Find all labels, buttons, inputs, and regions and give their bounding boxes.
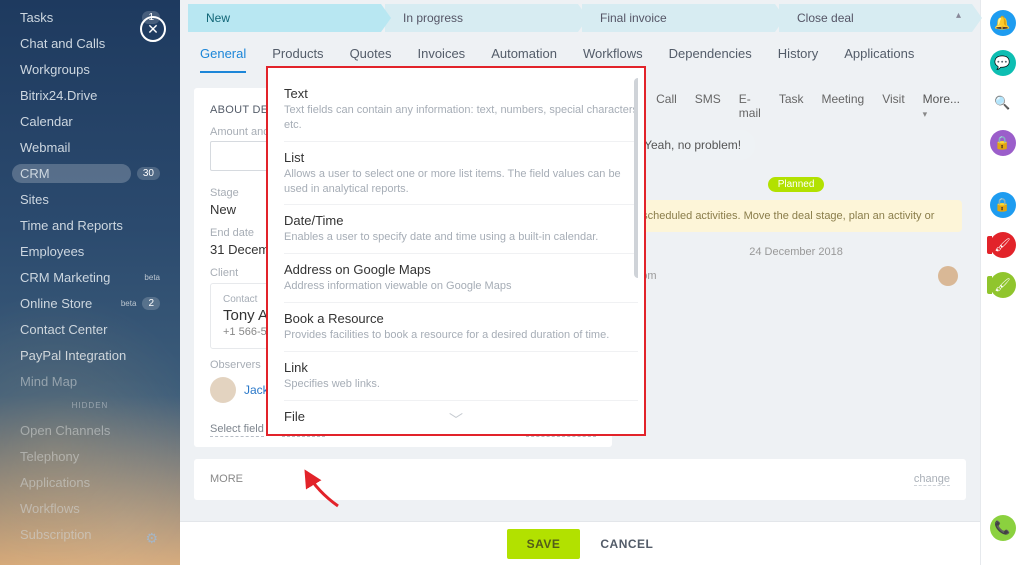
- left-sidebar: ✕ Tasks1Chat and CallsWorkgroupsBitrix24…: [0, 0, 180, 565]
- select-field-link[interactable]: Select field: [210, 423, 264, 437]
- sidebar-settings-icon[interactable]: ⚙: [145, 530, 158, 547]
- sidebar-item[interactable]: Employees: [0, 238, 180, 264]
- save-button[interactable]: SAVE: [507, 529, 581, 559]
- field-type-popover: TextText fields can contain any informat…: [266, 66, 646, 436]
- rail-search-icon[interactable]: 🔍: [990, 90, 1016, 116]
- activity-avatar: [938, 266, 958, 286]
- activity-tab[interactable]: More...: [923, 92, 960, 120]
- activity-panel: itCallSMSE-mailTaskMeetingVisitMore... Y…: [626, 88, 966, 286]
- sidebar-badge: 30: [137, 167, 160, 180]
- sidebar-item-label: Time and Reports: [20, 218, 160, 233]
- sidebar-item-label: Workflows: [20, 501, 160, 516]
- rail-brush-red-icon[interactable]: 🖌: [990, 232, 1016, 258]
- sidebar-item[interactable]: Open Channels: [0, 417, 180, 443]
- tab-applications[interactable]: Applications: [844, 46, 914, 73]
- stage-close-deal[interactable]: Close deal: [779, 4, 972, 32]
- pipeline-caret-icon[interactable]: ▴: [956, 10, 972, 26]
- rail-lock-icon[interactable]: 🔒: [990, 130, 1016, 156]
- sidebar-item[interactable]: Workgroups: [0, 56, 180, 82]
- sidebar-item[interactable]: Time and Reports: [0, 212, 180, 238]
- sidebar-item[interactable]: Sites: [0, 186, 180, 212]
- popover-scrollbar[interactable]: [634, 78, 638, 278]
- observer-name[interactable]: Jack: [244, 383, 269, 397]
- more-panel: MORE change: [194, 459, 966, 500]
- sidebar-item[interactable]: CRM 30: [0, 160, 180, 186]
- sidebar-item-label: Webmail: [20, 140, 160, 155]
- sidebar-item-label: Applications: [20, 475, 160, 490]
- tab-general[interactable]: General: [200, 46, 246, 73]
- activity-bubble: Yeah, no problem!: [630, 130, 755, 160]
- sidebar-item-label: Subscription: [20, 527, 160, 542]
- stage-in-progress[interactable]: In progress: [385, 4, 578, 32]
- sidebar-badge: 1: [142, 11, 160, 24]
- field-type-option[interactable]: LinkSpecifies web links.: [284, 352, 638, 401]
- sidebar-item[interactable]: Contact Center: [0, 316, 180, 342]
- sidebar-item-label: Sites: [20, 192, 160, 207]
- deal-pipeline: New In progress Final invoice Close deal: [184, 4, 976, 32]
- sidebar-item-label: Contact Center: [20, 322, 160, 337]
- activity-date-separator: 24 December 2018: [626, 246, 966, 258]
- more-panel-change-link[interactable]: change: [914, 473, 950, 486]
- rail-brush-green-icon[interactable]: 🖌: [990, 272, 1016, 298]
- field-type-option[interactable]: TextText fields can contain any informat…: [284, 78, 638, 142]
- sidebar-item-label: Calendar: [20, 114, 160, 129]
- observer-avatar: [210, 377, 236, 403]
- popover-chevron-down-icon[interactable]: ﹀: [268, 410, 644, 430]
- sidebar-item[interactable]: Telephony: [0, 443, 180, 469]
- sidebar-item-label: Mind Map: [20, 374, 160, 389]
- sidebar-item-label: Bitrix24.Drive: [20, 88, 160, 103]
- planned-badge: Planned: [768, 177, 825, 192]
- sidebar-item[interactable]: Mind Map: [0, 368, 180, 394]
- sidebar-item-label: Tasks: [20, 10, 136, 25]
- sidebar-item[interactable]: Webmail: [0, 134, 180, 160]
- sidebar-item-label: Employees: [20, 244, 160, 259]
- more-panel-title: MORE: [210, 473, 243, 486]
- tab-history[interactable]: History: [778, 46, 818, 73]
- rail-shield-icon[interactable]: 🔒: [990, 192, 1016, 218]
- field-type-option[interactable]: ListAllows a user to select one or more …: [284, 142, 638, 206]
- sidebar-item-label: PayPal Integration: [20, 348, 160, 363]
- field-type-option[interactable]: Book a ResourceProvides facilities to bo…: [284, 303, 638, 352]
- sidebar-item[interactable]: Bitrix24.Drive: [0, 82, 180, 108]
- rail-phone-icon[interactable]: 📞: [990, 515, 1016, 541]
- field-type-option[interactable]: Address on Google MapsAddress informatio…: [284, 254, 638, 303]
- sidebar-item-label: Chat and Calls: [20, 36, 160, 51]
- activity-tab[interactable]: Visit: [882, 92, 904, 120]
- activity-tab[interactable]: E-mail: [739, 92, 761, 120]
- sidebar-item-label: Workgroups: [20, 62, 160, 77]
- sidebar-item[interactable]: Workflows: [0, 495, 180, 521]
- tab-dependencies[interactable]: Dependencies: [669, 46, 752, 73]
- sidebar-item[interactable]: Chat and Calls: [0, 30, 180, 56]
- activity-tab[interactable]: SMS: [695, 92, 721, 120]
- right-icon-rail: 🔔 💬 🔍 🔒 🔒 🖌 🖌 📞: [980, 0, 1024, 565]
- activity-tab[interactable]: Task: [779, 92, 804, 120]
- rail-notifications-icon[interactable]: 🔔: [990, 10, 1016, 36]
- rail-chat-icon[interactable]: 💬: [990, 50, 1016, 76]
- sidebar-hidden-label: HIDDEN: [0, 398, 180, 413]
- activity-tab[interactable]: Call: [656, 92, 677, 120]
- sidebar-item[interactable]: Applications: [0, 469, 180, 495]
- sidebar-item-label: CRM Marketing: [20, 270, 141, 285]
- sidebar-item[interactable]: CRM Marketingbeta: [0, 264, 180, 290]
- stage-new[interactable]: New: [188, 4, 381, 32]
- sidebar-item-label: CRM: [12, 164, 131, 183]
- sidebar-item-label: Telephony: [20, 449, 160, 464]
- sidebar-item[interactable]: Online Storebeta2: [0, 290, 180, 316]
- stage-final-invoice[interactable]: Final invoice: [582, 4, 775, 32]
- sidebar-badge: 2: [142, 297, 160, 310]
- sidebar-item[interactable]: Tasks 1: [0, 4, 180, 30]
- sidebar-item[interactable]: Calendar: [0, 108, 180, 134]
- save-bar: SAVE CANCEL: [180, 521, 980, 565]
- cancel-button[interactable]: CANCEL: [600, 537, 653, 551]
- sidebar-item-label: Online Store: [20, 296, 118, 311]
- sidebar-item-label: Open Channels: [20, 423, 160, 438]
- sidebar-item[interactable]: PayPal Integration: [0, 342, 180, 368]
- field-type-option[interactable]: Date/TimeEnables a user to specify date …: [284, 205, 638, 254]
- activity-tab[interactable]: Meeting: [822, 92, 865, 120]
- activity-warning: scheduled activities. Move the deal stag…: [630, 200, 962, 232]
